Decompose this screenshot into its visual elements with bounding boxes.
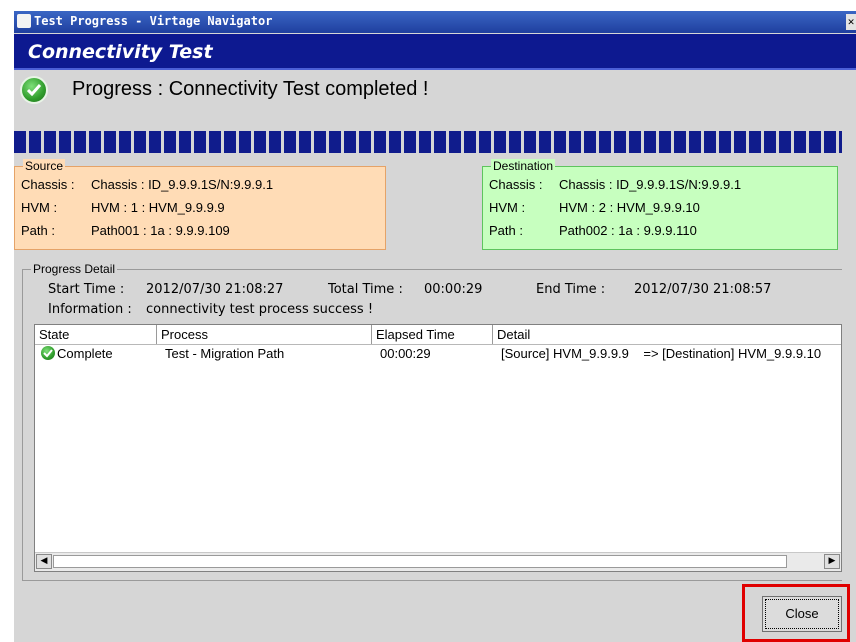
information-value: connectivity test process success ! <box>146 302 374 317</box>
row-detail-cell: [Source] HVM_9.9.9.9 => [Destination] HV… <box>501 346 822 361</box>
source-chassis-label: Chassis : <box>21 177 75 192</box>
destination-hvm-value: HVM : 2 : HVM_9.9.9.10 <box>559 200 700 215</box>
information-label: Information : <box>48 302 132 317</box>
window-title: Test Progress - Virtage Navigator <box>34 14 273 28</box>
title-bar[interactable]: Test Progress - Virtage Navigator ✕ <box>14 11 856 33</box>
destination-chassis-row: Chassis : Chassis : ID_9.9.9.1S/N:9.9.9.1 <box>489 177 741 192</box>
scroll-left-icon[interactable]: ◀ <box>36 554 52 569</box>
progress-table[interactable]: State Process Elapsed Time Detail Comple… <box>34 324 842 572</box>
progress-detail-legend: Progress Detail <box>31 262 118 276</box>
horizontal-scrollbar[interactable]: ◀ ▶ <box>35 552 841 571</box>
scrollbar-thumb[interactable] <box>53 555 787 568</box>
source-path-row: Path : Path001 : 1a : 9.9.9.109 <box>21 223 230 238</box>
close-button[interactable]: Close <box>762 596 842 632</box>
destination-chassis-label: Chassis : <box>489 177 543 192</box>
complete-check-icon <box>41 346 55 360</box>
row-state-text: Complete <box>57 346 113 361</box>
destination-chassis-value: Chassis : ID_9.9.9.1S/N:9.9.9.1 <box>559 177 742 192</box>
end-time-value: 2012/07/30 21:08:57 <box>634 282 772 297</box>
column-process[interactable]: Process <box>157 325 372 344</box>
destination-legend: Destination <box>491 159 556 173</box>
row-state-cell: Complete <box>37 345 157 363</box>
row-elapsed-cell: 00:00:29 <box>380 346 431 361</box>
scroll-right-icon[interactable]: ▶ <box>824 554 840 569</box>
check-circle-icon <box>20 76 48 104</box>
app-icon <box>17 14 31 28</box>
source-group: Source Chassis : Chassis : ID_9.9.9.1S/N:… <box>14 159 386 250</box>
destination-path-value: Path002 : 1a : 9.9.9.110 <box>559 223 697 238</box>
total-time-label: Total Time : <box>328 282 403 297</box>
column-state[interactable]: State <box>35 325 157 344</box>
total-time-value: 00:00:29 <box>424 282 483 297</box>
row-process-cell: Test - Migration Path <box>165 346 285 361</box>
progress-bar <box>14 131 842 153</box>
destination-path-row: Path : Path002 : 1a : 9.9.9.110 <box>489 223 697 238</box>
source-chassis-row: Chassis : Chassis : ID_9.9.9.1S/N:9.9.9.1 <box>21 177 273 192</box>
source-chassis-value: Chassis : ID_9.9.9.1S/N:9.9.9.1 <box>91 177 274 192</box>
progress-message: Progress : Connectivity Test completed ! <box>72 78 429 100</box>
destination-hvm-row: HVM : HVM : 2 : HVM_9.9.9.10 <box>489 200 700 215</box>
source-hvm-row: HVM : HVM : 1 : HVM_9.9.9.9 <box>21 200 225 215</box>
source-path-label: Path : <box>21 223 55 238</box>
column-elapsed-time[interactable]: Elapsed Time <box>372 325 493 344</box>
column-detail[interactable]: Detail <box>493 325 841 344</box>
start-time-label: Start Time : <box>48 282 125 297</box>
end-time-label: End Time : <box>536 282 606 297</box>
close-window-icon[interactable]: ✕ <box>846 14 856 30</box>
destination-group: Destination Chassis : Chassis : ID_9.9.9.… <box>482 159 838 250</box>
progress-fill <box>14 131 842 153</box>
table-row[interactable]: Complete Test - Migration Path 00:00:29 … <box>35 345 841 363</box>
destination-hvm-label: HVM : <box>489 200 526 215</box>
source-path-value: Path001 : 1a : 9.9.9.109 <box>91 223 230 238</box>
source-hvm-label: HVM : <box>21 200 58 215</box>
destination-path-label: Path : <box>489 223 523 238</box>
source-legend: Source <box>23 159 66 173</box>
banner-title: Connectivity Test <box>14 34 856 70</box>
table-header: State Process Elapsed Time Detail <box>35 325 841 345</box>
start-time-value: 2012/07/30 21:08:27 <box>146 282 284 297</box>
source-hvm-value: HVM : 1 : HVM_9.9.9.9 <box>91 200 225 215</box>
